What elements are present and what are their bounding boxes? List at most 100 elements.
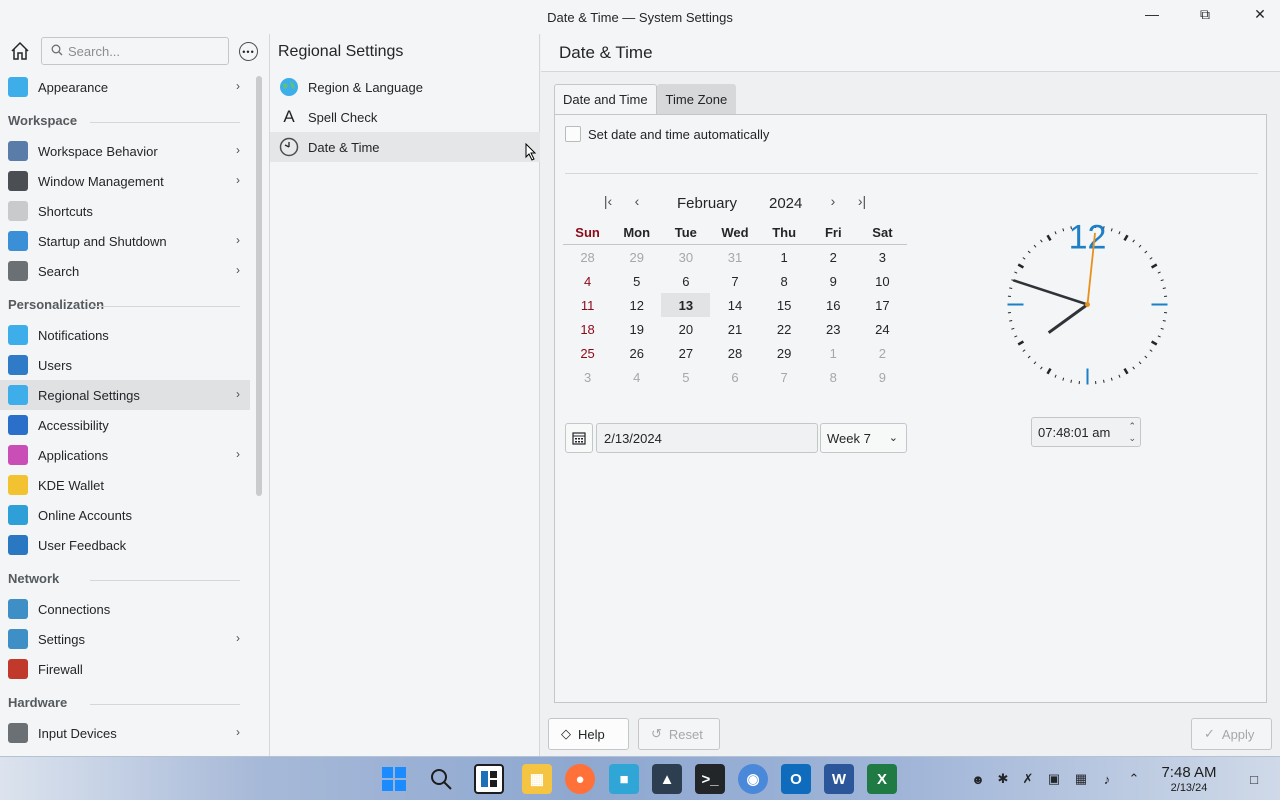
calendar-day[interactable]: 6 [661,269,710,293]
start-icon[interactable] [379,764,409,794]
calendar-year[interactable]: 2024 [769,195,802,212]
next-month-icon[interactable]: › [825,193,841,209]
calendar-day[interactable]: 6 [710,365,759,389]
mute-icon[interactable]: ✗ [1020,771,1036,787]
sidebar-item[interactable]: Accessibility [0,410,250,440]
calendar-day[interactable]: 5 [612,269,661,293]
reset-button[interactable]: ↺ Reset [638,718,720,750]
firefox-icon[interactable]: ● [565,764,595,794]
bluetooth-icon[interactable]: ✱ [995,771,1011,787]
sidebar-item[interactable]: Connections [0,594,250,624]
calendar-day[interactable]: 31 [710,245,759,269]
apply-button[interactable]: ✓ Apply [1191,718,1272,750]
calendar-day[interactable]: 7 [710,269,759,293]
search-input[interactable] [68,43,223,60]
sidebar-item[interactable]: Users [0,350,250,380]
spin-arrows-icon[interactable]: ⌃ ⌄ [1128,420,1136,444]
tab-date-and-time[interactable]: Date and Time [554,84,657,114]
regional-item-spell-check[interactable]: A Spell Check [270,102,540,132]
calendar-day[interactable]: 8 [760,269,809,293]
calendar-day[interactable]: 17 [858,293,907,317]
taskbar-time[interactable]: 7:48 AM [1154,764,1224,781]
calendar-day[interactable]: 29 [760,341,809,365]
calendar-day[interactable]: 4 [563,269,612,293]
help-button[interactable]: ◇ Help [548,718,629,750]
sidebar-item[interactable]: KDE Wallet [0,470,250,500]
sidebar-item[interactable]: Notifications [0,320,250,350]
sidebar-item[interactable]: Online Accounts [0,500,250,530]
close-icon[interactable]: ✕ [1249,5,1271,23]
calendar-day[interactable]: 1 [809,341,858,365]
excel-icon[interactable]: X [867,764,897,794]
more-options-icon[interactable]: ••• [239,42,258,61]
sidebar-item[interactable]: Search › [0,256,250,286]
calendar-day[interactable]: 16 [809,293,858,317]
notifications-icon[interactable]: □ [1246,771,1262,787]
widgets-icon[interactable] [474,764,504,794]
calendar-day[interactable]: 20 [661,317,710,341]
calendar-day[interactable]: 11 [563,293,612,317]
calendar-button[interactable] [565,423,593,453]
calendar-day[interactable]: 8 [809,365,858,389]
calendar-day[interactable]: 7 [760,365,809,389]
calendar-day[interactable]: 19 [612,317,661,341]
sidebar-item[interactable]: User Feedback [0,530,250,560]
calendar-day[interactable]: 1 [760,245,809,269]
photos-icon[interactable]: ▲ [652,764,682,794]
calendar-day[interactable]: 22 [760,317,809,341]
regional-item-region-language[interactable]: Region & Language [270,72,540,102]
sidebar-item[interactable]: Input Devices › [0,718,250,748]
calendar-day[interactable]: 9 [809,269,858,293]
calendar-day[interactable]: 9 [858,365,907,389]
calendar-day[interactable]: 21 [710,317,759,341]
taskbar-date[interactable]: 2/13/24 [1154,782,1224,794]
calendar-month[interactable]: February [677,195,737,212]
calendar-day[interactable]: 10 [858,269,907,293]
restore-icon[interactable]: ⧉ [1194,5,1216,23]
file-explorer-icon[interactable]: ▦ [522,764,552,794]
outlook-icon[interactable]: O [781,764,811,794]
week-select[interactable]: Week 7 ⌄ [820,423,907,453]
sidebar-item[interactable]: Settings › [0,624,250,654]
calendar-day[interactable]: 3 [858,245,907,269]
sidebar-item[interactable]: Window Management › [0,166,250,196]
calendar-day[interactable]: 27 [661,341,710,365]
calendar-day[interactable]: 30 [661,245,710,269]
sidebar-item[interactable]: Applications › [0,440,250,470]
sidebar-item[interactable]: Appearance › [0,72,250,102]
calendar-day[interactable]: 15 [760,293,809,317]
calendar-day[interactable]: 24 [858,317,907,341]
calendar-day[interactable]: 4 [612,365,661,389]
search-icon[interactable] [426,764,456,794]
previous-month-icon[interactable]: ‹ [629,193,645,209]
pycharm-icon[interactable]: ■ [609,764,639,794]
date-input[interactable]: 2/13/2024 [596,423,818,453]
display-icon[interactable]: ▣ [1046,771,1062,787]
sidebar-item[interactable]: Workspace Behavior › [0,136,250,166]
first-month-icon[interactable]: |‹ [600,193,616,209]
calendar-day[interactable]: 2 [858,341,907,365]
home-icon[interactable] [9,40,31,62]
calendar-day[interactable]: 26 [612,341,661,365]
regional-item-date-time[interactable]: Date & Time [270,132,540,162]
time-input[interactable]: 07:48:01 am ⌃ ⌄ [1031,417,1141,447]
user-icon[interactable]: ☻ [970,771,986,787]
sidebar-scrollbar[interactable] [256,76,262,496]
minimize-icon[interactable]: — [1141,5,1163,23]
calendar-day[interactable]: 12 [612,293,661,317]
sidebar-item[interactable]: Shortcuts [0,196,250,226]
chrome-icon[interactable]: ◉ [738,764,768,794]
calendar-day[interactable]: 28 [710,341,759,365]
calendar-day[interactable]: 3 [563,365,612,389]
sidebar-item[interactable]: Firewall [0,654,250,684]
sidebar-item[interactable]: Startup and Shutdown › [0,226,250,256]
auto-time-row[interactable]: Set date and time automatically [565,126,769,142]
calendar-day[interactable]: 23 [809,317,858,341]
volume-icon[interactable]: ♪ [1099,771,1115,787]
calendar-day[interactable]: 13 [661,293,711,317]
calendar-day[interactable]: 28 [563,245,612,269]
search-field[interactable] [41,37,229,65]
calendar-day[interactable]: 18 [563,317,612,341]
calendar-day[interactable]: 2 [809,245,858,269]
auto-time-checkbox[interactable] [565,126,581,142]
